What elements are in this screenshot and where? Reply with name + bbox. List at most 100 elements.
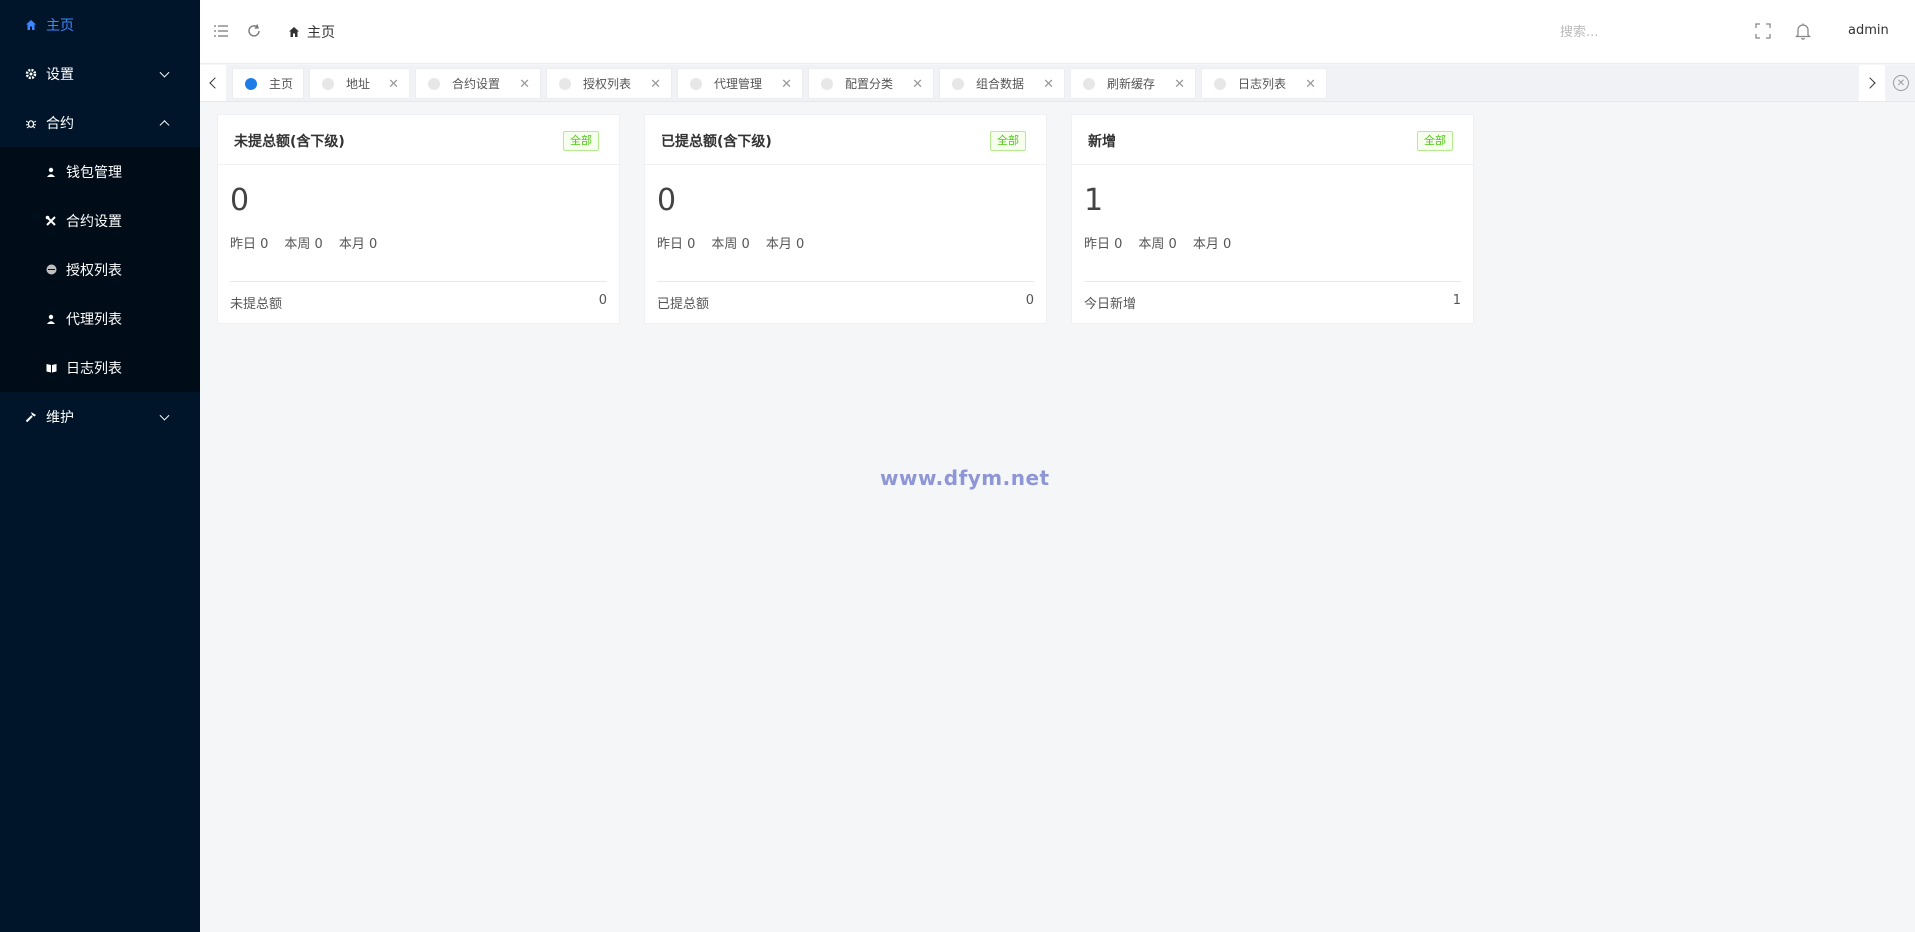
refresh-icon[interactable]: [245, 22, 263, 40]
sidebar-item-label: 日志列表: [66, 360, 122, 377]
card-title: 未提总额(含下级): [234, 134, 345, 150]
stat-card-unwithdrawn: 未提总额(含下级) 全部 0 昨日 0 本周 0 本月 0 未提总额 0: [217, 114, 620, 324]
tab-status-dot: [690, 77, 702, 90]
tools-icon: [44, 214, 58, 228]
close-icon[interactable]: ✕: [519, 77, 530, 92]
sidebar-item-log-list[interactable]: 日志列表: [0, 343, 200, 392]
home-icon: [24, 18, 38, 32]
tab-address[interactable]: 地址 ✕: [309, 68, 410, 99]
sidebar-item-contract[interactable]: 合约: [0, 98, 200, 147]
divider: [230, 281, 607, 282]
close-icon[interactable]: ✕: [1174, 77, 1185, 92]
close-icon[interactable]: ✕: [912, 77, 923, 92]
tab-status-dot: [322, 77, 334, 90]
chevron-up-icon: [159, 119, 170, 130]
tab-status-dot: [952, 77, 964, 90]
status-badge: 全部: [1417, 131, 1453, 151]
divider: [657, 281, 1034, 282]
tab-label: 组合数据: [976, 77, 1025, 91]
sidebar-item-label: 维护: [46, 409, 74, 426]
user-name[interactable]: admin: [1848, 23, 1889, 38]
close-icon[interactable]: ✕: [781, 77, 792, 92]
status-badge: 全部: [990, 131, 1026, 151]
stat-card-withdrawn: 已提总额(含下级) 全部 0 昨日 0 本周 0 本月 0 已提总额 0: [644, 114, 1047, 324]
tab-label: 代理管理: [714, 77, 763, 91]
sidebar-item-wallet[interactable]: 钱包管理: [0, 147, 200, 196]
sidebar-item-label: 代理列表: [66, 311, 122, 328]
card-header: 新增 全部: [1072, 115, 1473, 165]
close-icon[interactable]: ✕: [1305, 77, 1316, 92]
search-input[interactable]: [1560, 20, 1760, 44]
sidebar-item-label: 主页: [46, 17, 74, 34]
footer-label: 已提总额: [657, 297, 710, 312]
footer-value: 1: [1452, 293, 1461, 308]
menu-toggle-icon[interactable]: [212, 22, 230, 40]
close-icon[interactable]: ✕: [1043, 77, 1054, 92]
bug-icon: [24, 116, 38, 130]
sidebar-item-label: 授权列表: [66, 262, 122, 279]
footer-label: 未提总额: [230, 297, 283, 312]
stat-card-new: 新增 全部 1 昨日 0 本周 0 本月 0 今日新增 1: [1071, 114, 1474, 324]
sidebar-item-label: 合约: [46, 115, 74, 132]
tab-label: 配置分类: [845, 77, 894, 91]
footer-value: 0: [1025, 293, 1034, 308]
stat-month: 本月 0: [1192, 237, 1232, 252]
tab-auth-list[interactable]: 授权列表 ✕: [546, 68, 672, 99]
card-value: 1: [1084, 183, 1104, 218]
tab-label: 主页: [269, 77, 294, 91]
card-title: 新增: [1088, 134, 1116, 150]
tab-scroll-left[interactable]: [200, 65, 226, 101]
tab-list: 主页 地址 ✕ 合约设置 ✕ 授权列表 ✕ 代理管理 ✕ 配置分类 ✕ 组合数据…: [232, 68, 1332, 99]
fullscreen-icon[interactable]: [1754, 22, 1772, 40]
card-footer: 今日新增 1: [1084, 293, 1461, 312]
tab-combined-data[interactable]: 组合数据 ✕: [939, 68, 1065, 99]
stat-yesterday: 昨日 0: [1084, 237, 1123, 252]
sidebar: 主页 设置 合约 钱包管理 合约设置 授权列表 代理列表 日志列表 维护: [0, 0, 200, 932]
tab-home[interactable]: 主页: [232, 68, 304, 99]
tab-log-list[interactable]: 日志列表 ✕: [1201, 68, 1327, 99]
sidebar-item-maintenance[interactable]: 维护: [0, 392, 200, 441]
stat-week: 本周 0: [284, 237, 323, 252]
sidebar-item-contract-settings[interactable]: 合约设置: [0, 196, 200, 245]
sidebar-item-settings[interactable]: 设置: [0, 49, 200, 98]
stat-yesterday: 昨日 0: [657, 237, 696, 252]
tab-agent-management[interactable]: 代理管理 ✕: [677, 68, 803, 99]
sidebar-item-label: 合约设置: [66, 213, 122, 230]
divider: [1084, 281, 1461, 282]
card-header: 未提总额(含下级) 全部: [218, 115, 619, 165]
stat-week: 本周 0: [1138, 237, 1177, 252]
tab-refresh-cache[interactable]: 刷新缓存 ✕: [1070, 68, 1196, 99]
breadcrumb: 主页: [288, 22, 335, 42]
tab-status-dot: [821, 77, 833, 90]
sidebar-item-label: 设置: [46, 66, 74, 83]
chevron-right-icon: [1864, 77, 1876, 89]
tab-status-dot: [1083, 77, 1095, 90]
status-badge: 全部: [563, 131, 599, 151]
tab-config-category[interactable]: 配置分类 ✕: [808, 68, 934, 99]
contract-submenu: 钱包管理 合约设置 授权列表 代理列表 日志列表: [0, 147, 200, 392]
bell-icon[interactable]: [1794, 22, 1812, 40]
close-icon[interactable]: ✕: [388, 77, 399, 92]
card-title: 已提总额(含下级): [661, 134, 772, 150]
tab-scroll-right[interactable]: [1859, 65, 1885, 101]
close-icon[interactable]: ✕: [650, 77, 661, 92]
tab-status-dot: [559, 77, 571, 90]
user-icon: [44, 165, 58, 179]
footer-label: 今日新增: [1084, 297, 1137, 312]
tab-label: 刷新缓存: [1107, 77, 1156, 91]
home-icon: [288, 26, 300, 38]
breadcrumb-current: 主页: [307, 25, 335, 41]
tab-contract-settings[interactable]: 合约设置 ✕: [415, 68, 541, 99]
tab-label: 日志列表: [1238, 77, 1287, 91]
stat-month: 本月 0: [338, 237, 378, 252]
footer-value: 0: [598, 293, 607, 308]
tab-label: 授权列表: [583, 77, 632, 91]
tab-label: 地址: [346, 77, 371, 91]
top-header: 主页 admin: [200, 0, 1915, 64]
sidebar-item-auth-list[interactable]: 授权列表: [0, 245, 200, 294]
card-footer: 未提总额 0: [230, 293, 607, 312]
sidebar-item-agent-list[interactable]: 代理列表: [0, 294, 200, 343]
close-all-tabs-icon[interactable]: ✕: [1893, 75, 1909, 91]
sidebar-item-home[interactable]: 主页: [0, 0, 200, 49]
stat-week: 本周 0: [711, 237, 750, 252]
